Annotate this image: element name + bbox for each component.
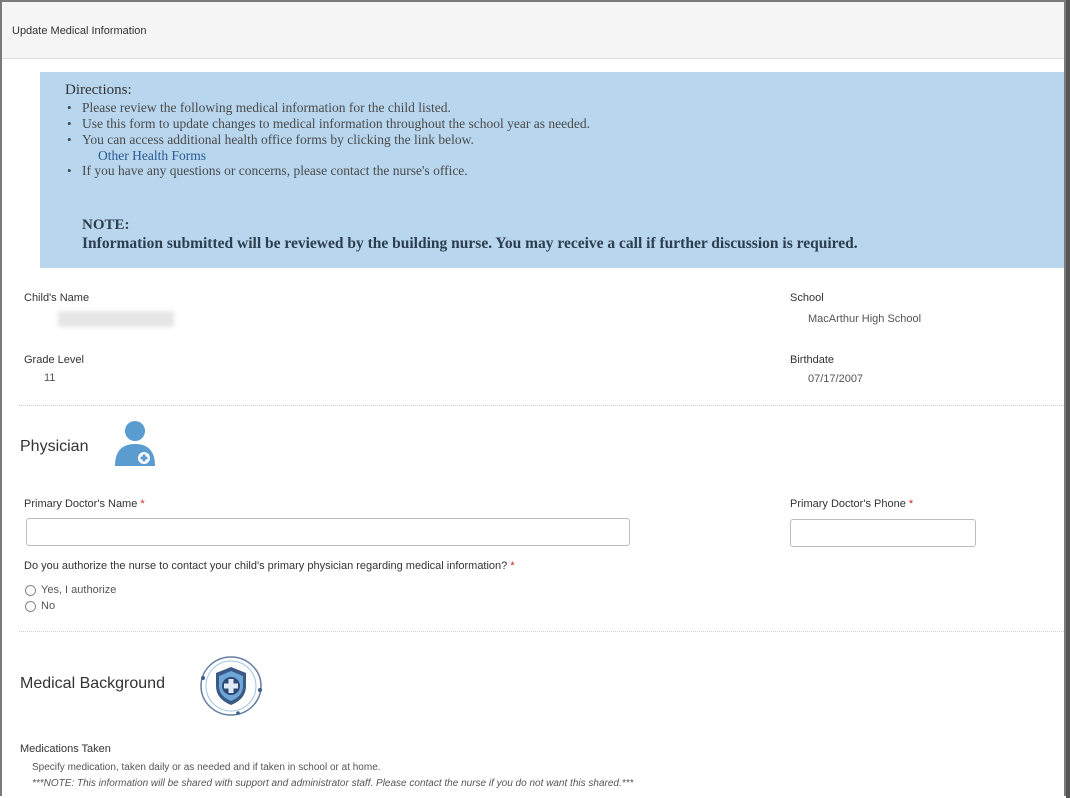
medications-note: ***NOTE: This information will be shared…	[32, 778, 634, 789]
school-label: School	[790, 292, 824, 304]
child-name-label: Child's Name	[24, 292, 90, 304]
radio-button[interactable]	[25, 600, 36, 612]
grade-label: Grade Level	[24, 354, 84, 366]
directions-list: Please review the following medical info…	[65, 100, 1055, 179]
directions-heading: Directions:	[65, 82, 132, 98]
doctor-name-label: Primary Doctor's Name *	[24, 498, 145, 510]
form-window: Update Medical Information Directions: P…	[0, 0, 1066, 796]
birthdate-value: 07/17/2007	[808, 373, 864, 385]
medications-help-text: Specify medication, taken daily or as ne…	[32, 762, 381, 773]
grade-value: 11	[44, 372, 56, 384]
doctor-phone-input[interactable]	[790, 519, 976, 547]
page-title: Update Medical Information	[12, 25, 147, 37]
directions-panel: Directions: Please review the following …	[40, 72, 1064, 268]
directions-item: Use this form to update changes to medic…	[65, 116, 1055, 132]
school-value: MacArthur High School	[808, 313, 922, 325]
other-health-forms-link[interactable]: Other Health Forms	[82, 148, 1055, 163]
directions-item: If you have any questions or concerns, p…	[65, 163, 1055, 179]
doctor-name-input[interactable]	[26, 518, 630, 546]
directions-item-text: You can access additional health office …	[82, 132, 474, 147]
authorize-no-option[interactable]: No	[25, 600, 55, 612]
birthdate-label: Birthdate	[790, 354, 835, 366]
radio-button[interactable]	[25, 584, 36, 596]
window-edge	[1066, 0, 1070, 798]
title-bar: Update Medical Information	[2, 2, 1064, 59]
physician-title: Physician	[20, 438, 89, 455]
doctor-icon	[112, 418, 158, 468]
directions-item: You can access additional health office …	[65, 132, 1055, 163]
note-heading: NOTE:	[82, 217, 130, 233]
divider	[19, 405, 1064, 406]
medical-background-title: Medical Background	[20, 675, 165, 692]
divider	[19, 631, 1064, 632]
child-name-value-redacted	[58, 311, 174, 327]
note-text: Information submitted will be reviewed b…	[82, 235, 858, 252]
doctor-phone-label: Primary Doctor's Phone *	[790, 498, 914, 510]
directions-item: Please review the following medical info…	[65, 100, 1055, 116]
authorize-question: Do you authorize the nurse to contact yo…	[24, 560, 515, 572]
authorize-yes-option[interactable]: Yes, I authorize	[25, 584, 116, 596]
medical-shield-icon	[194, 654, 268, 718]
medications-label: Medications Taken	[20, 743, 111, 755]
